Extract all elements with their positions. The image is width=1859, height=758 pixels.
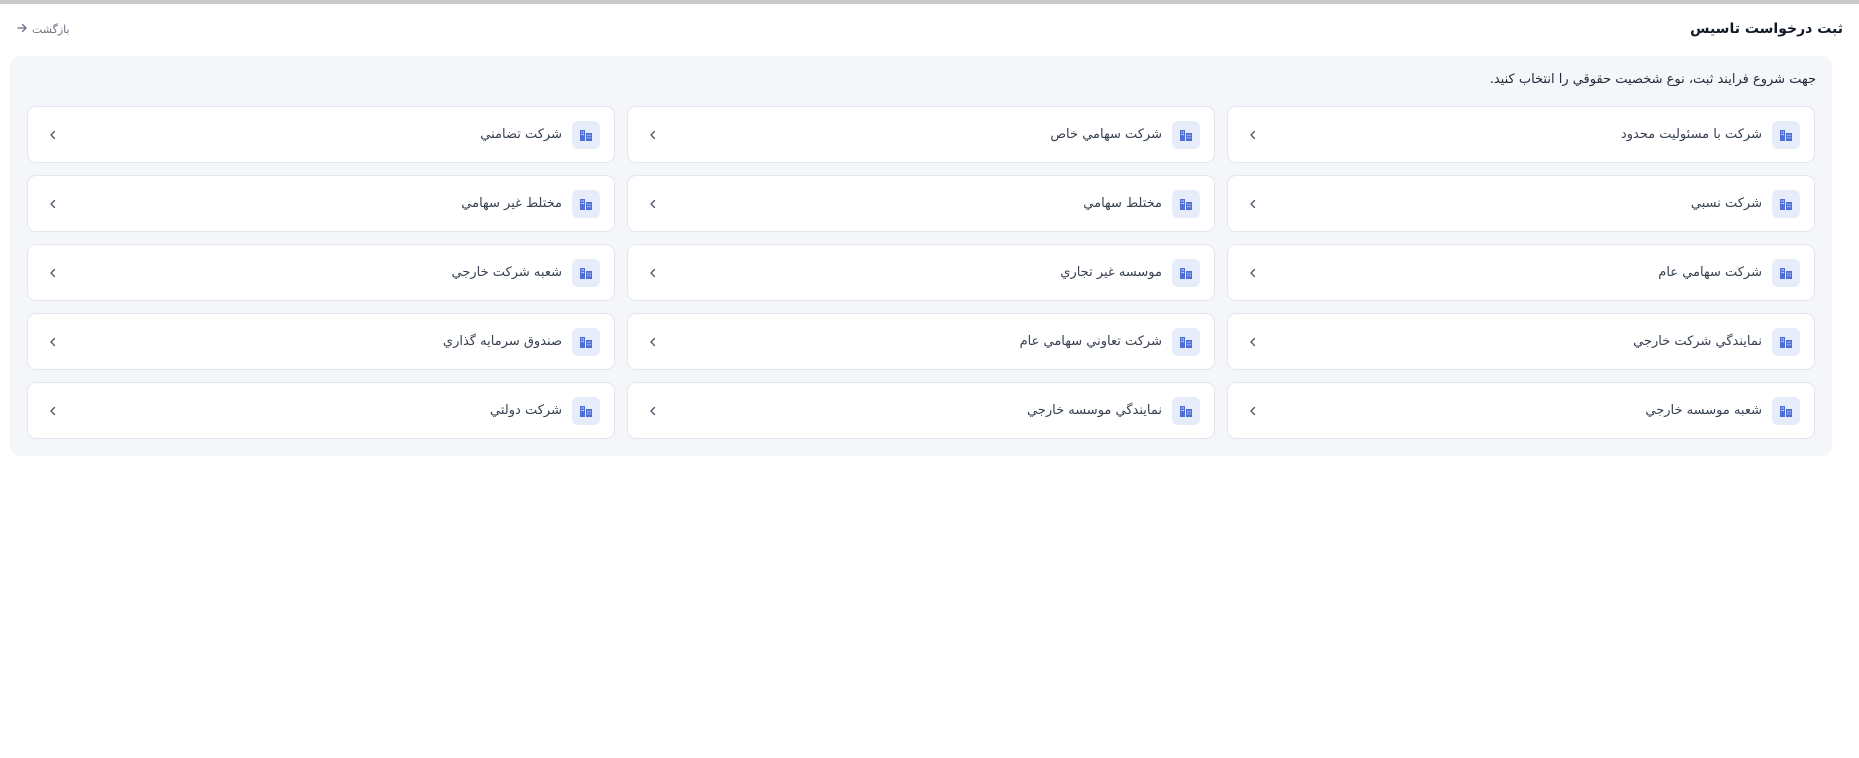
entity-type-card[interactable]: مختلط غير سهامي	[27, 175, 615, 232]
entity-type-card[interactable]: شركت سهامي خاص	[627, 106, 1215, 163]
entity-type-label: مختلط غير سهامي	[461, 196, 562, 211]
back-button[interactable]: بازگشت	[16, 22, 70, 37]
chevron-left-icon	[46, 404, 60, 418]
building-icon	[1772, 258, 1800, 287]
chevron-left-icon	[1246, 266, 1260, 280]
entity-type-label: شركت تعاوني سهامي عام	[1019, 334, 1162, 349]
building-icon	[1172, 327, 1200, 356]
top-border	[0, 0, 1859, 4]
building-icon	[572, 120, 600, 149]
building-icon	[1772, 189, 1800, 218]
building-icon	[572, 327, 600, 356]
arrow-right-icon	[16, 22, 28, 37]
building-icon	[1772, 327, 1800, 356]
chevron-left-icon	[46, 266, 60, 280]
building-icon	[1772, 396, 1800, 425]
entity-type-label: موسسه غير تجاري	[1060, 265, 1162, 280]
entity-type-card[interactable]: نمايندگي شركت خارجي	[1227, 313, 1815, 370]
back-label: بازگشت	[32, 22, 70, 36]
building-icon	[1772, 120, 1800, 149]
instruction-text: جهت شروع فرايند ثبت، نوع شخصيت حقوقي را …	[1489, 72, 1816, 87]
entity-type-card[interactable]: شركت نسبي	[1227, 175, 1815, 232]
entity-type-card[interactable]: شركت دولتي	[27, 382, 615, 439]
entity-type-panel: جهت شروع فرايند ثبت، نوع شخصيت حقوقي را …	[10, 56, 1832, 456]
chevron-left-icon	[1246, 404, 1260, 418]
entity-type-label: شركت تضامني	[480, 127, 562, 142]
entity-type-label: شركت دولتي	[490, 403, 562, 418]
chevron-left-icon	[646, 266, 660, 280]
entity-type-grid: شركت با مسئوليت محدود شركت سهامي خاص شركت …	[27, 106, 1815, 439]
page-header: ثبت درخواست تاسیس بازگشت	[16, 18, 1843, 40]
building-icon	[572, 189, 600, 218]
chevron-left-icon	[646, 335, 660, 349]
entity-type-label: نمايندگي موسسه خارجي	[1026, 403, 1162, 418]
chevron-left-icon	[646, 404, 660, 418]
entity-type-label: شعبه شركت خارجي	[451, 265, 563, 280]
entity-type-label: شركت نسبي	[1690, 196, 1762, 211]
page-title: ثبت درخواست تاسیس	[1690, 21, 1843, 37]
chevron-left-icon	[646, 128, 660, 142]
entity-type-label: شعبه موسسه خارجي	[1645, 403, 1762, 418]
entity-type-label: شركت سهامي عام	[1658, 265, 1762, 280]
chevron-left-icon	[1246, 335, 1260, 349]
chevron-left-icon	[1246, 128, 1260, 142]
entity-type-card[interactable]: شعبه موسسه خارجي	[1227, 382, 1815, 439]
entity-type-card[interactable]: صندوق سرمايه گذاري	[27, 313, 615, 370]
entity-type-card[interactable]: نمايندگي موسسه خارجي	[627, 382, 1215, 439]
entity-type-label: صندوق سرمايه گذاري	[442, 334, 562, 349]
chevron-left-icon	[646, 197, 660, 211]
chevron-left-icon	[1246, 197, 1260, 211]
entity-type-card[interactable]: شركت تعاوني سهامي عام	[627, 313, 1215, 370]
chevron-left-icon	[46, 197, 60, 211]
building-icon	[1172, 189, 1200, 218]
entity-type-card[interactable]: شركت سهامي عام	[1227, 244, 1815, 301]
entity-type-card[interactable]: شعبه شركت خارجي	[27, 244, 615, 301]
entity-type-card[interactable]: شركت با مسئوليت محدود	[1227, 106, 1815, 163]
building-icon	[1172, 120, 1200, 149]
entity-type-label: مختلط سهامي	[1083, 196, 1162, 211]
building-icon	[572, 258, 600, 287]
entity-type-card[interactable]: موسسه غير تجاري	[627, 244, 1215, 301]
entity-type-label: شركت با مسئوليت محدود	[1620, 127, 1762, 142]
chevron-left-icon	[46, 335, 60, 349]
entity-type-label: نمايندگي شركت خارجي	[1633, 334, 1762, 349]
entity-type-card[interactable]: مختلط سهامي	[627, 175, 1215, 232]
entity-type-card[interactable]: شركت تضامني	[27, 106, 615, 163]
entity-type-label: شركت سهامي خاص	[1050, 127, 1162, 142]
building-icon	[572, 396, 600, 425]
chevron-left-icon	[46, 128, 60, 142]
building-icon	[1172, 396, 1200, 425]
building-icon	[1172, 258, 1200, 287]
